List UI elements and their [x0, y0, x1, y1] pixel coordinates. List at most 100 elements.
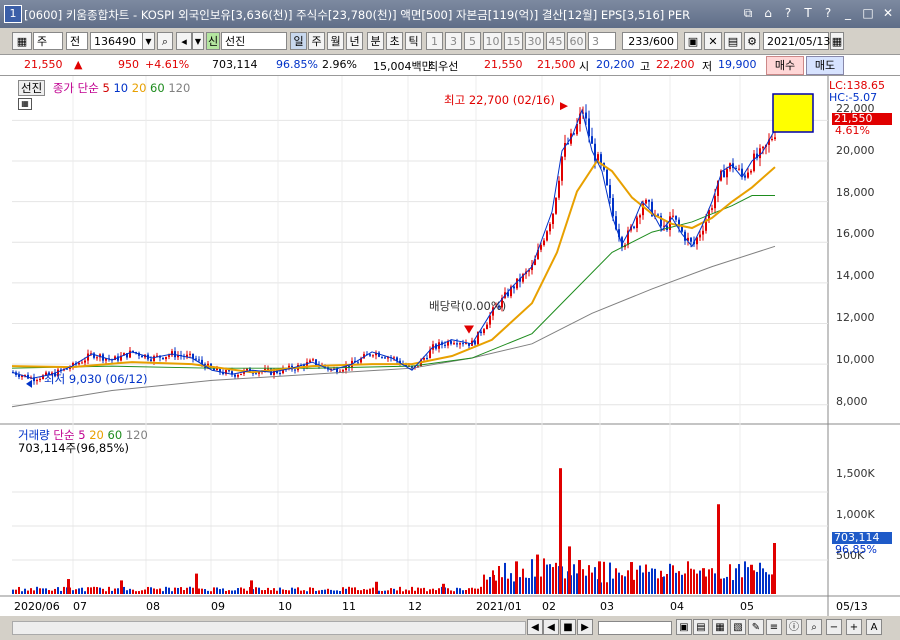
- scroll-next-icon[interactable]: ▶: [577, 619, 593, 635]
- minute-30-button[interactable]: 30: [525, 32, 544, 50]
- compare-icon[interactable]: ≡: [766, 619, 782, 635]
- volume-bar: [765, 572, 767, 594]
- volume-bar: [525, 577, 527, 594]
- stop-icon[interactable]: ■: [560, 619, 576, 635]
- search-icon[interactable]: ⌕: [157, 32, 173, 50]
- volume-bar: [300, 590, 302, 594]
- maximize-button[interactable]: □: [860, 5, 876, 21]
- market-select[interactable]: 주: [33, 32, 63, 50]
- volume-bar: [333, 590, 335, 594]
- layout-icon[interactable]: ▦: [12, 32, 32, 50]
- minute-3-button[interactable]: 3: [445, 32, 462, 50]
- volume-bar: [477, 588, 479, 594]
- text-tool-icon[interactable]: A: [866, 619, 882, 635]
- volume-bar: [453, 591, 455, 594]
- candle-body: [369, 354, 371, 356]
- expand-icon[interactable]: +: [846, 619, 862, 635]
- link-icon[interactable]: ⧉: [740, 5, 756, 21]
- price-volume-chart[interactable]: [0, 76, 900, 616]
- minute-5-button[interactable]: 5: [464, 32, 481, 50]
- chart-area[interactable]: 선진 종가 단순 5 10 20 60 120 ▦ 최고 22,700 (02/…: [0, 76, 900, 616]
- minute-60-button[interactable]: 60: [567, 32, 586, 50]
- speaker-dropdown-icon[interactable]: ▼: [192, 32, 204, 50]
- volume-bar: [342, 587, 344, 594]
- text-icon[interactable]: T: [800, 5, 816, 21]
- speaker-icon[interactable]: ◂: [176, 32, 192, 50]
- date-input[interactable]: 2021/05/13: [763, 32, 830, 50]
- buy-button[interactable]: 매수: [766, 56, 804, 75]
- zoom-in-icon[interactable]: ⌕: [806, 619, 822, 635]
- chart-settings-icon[interactable]: ▣: [684, 32, 702, 50]
- volume-bar: [753, 570, 755, 594]
- scroll-prev-icon[interactable]: ◀: [543, 619, 559, 635]
- scroll-first-icon[interactable]: ◀: [527, 619, 543, 635]
- candle-body: [153, 356, 155, 362]
- volume-bar: [297, 587, 299, 594]
- turnover-rate: 2.96%: [322, 58, 357, 71]
- ma10-legend: 10: [113, 81, 129, 95]
- home-icon[interactable]: ⌂: [760, 5, 776, 21]
- zoom-reset-icon[interactable]: ▣: [676, 619, 692, 635]
- volume-bar: [735, 568, 737, 594]
- candle-body: [372, 355, 374, 357]
- candle-body: [699, 234, 701, 238]
- ytick-price: 22,000: [836, 102, 875, 115]
- minute-45-button[interactable]: 45: [546, 32, 565, 50]
- toolbar: ▦ 주 전 136490 ▼ ⌕ ◂ ▼ 신 선진 일 주 월 년 분 초 틱 …: [0, 28, 900, 54]
- code-input[interactable]: 136490: [90, 32, 144, 50]
- mode-select[interactable]: 전: [66, 32, 88, 50]
- ma10-line: [11, 108, 776, 379]
- ma5-legend: 5: [102, 81, 110, 95]
- overlay-icon[interactable]: ▧: [730, 619, 746, 635]
- grid-toggle-icon[interactable]: ▦: [18, 98, 32, 110]
- period-minute-button[interactable]: 분: [367, 32, 384, 50]
- volume-bar: [546, 564, 548, 594]
- volume-bar: [210, 591, 212, 594]
- period-day-button[interactable]: 일: [290, 32, 307, 50]
- count-select[interactable]: 3: [588, 32, 616, 50]
- zoom-out-icon[interactable]: −: [826, 619, 842, 635]
- close-button[interactable]: ✕: [880, 5, 896, 21]
- volume-bar: [216, 587, 218, 594]
- period-week-button[interactable]: 주: [308, 32, 325, 50]
- fit-icon[interactable]: ▤: [693, 619, 709, 635]
- crosshair-icon[interactable]: ✕: [704, 32, 722, 50]
- volume-bar: [288, 590, 290, 594]
- minimize-button[interactable]: _: [840, 5, 856, 21]
- info-icon[interactable]: ⓘ: [786, 619, 802, 635]
- candle-body: [96, 357, 98, 359]
- volume-bar: [171, 591, 173, 594]
- calendar-icon[interactable]: ▦: [830, 32, 844, 50]
- sell-button[interactable]: 매도: [806, 56, 844, 75]
- minute-10-button[interactable]: 10: [483, 32, 502, 50]
- minute-1-button[interactable]: 1: [426, 32, 443, 50]
- range-field[interactable]: 233/600: [622, 32, 678, 50]
- table-icon[interactable]: ▦: [712, 619, 728, 635]
- volume-bar: [450, 590, 452, 594]
- volume-bar: [759, 562, 761, 594]
- period-second-button[interactable]: 초: [386, 32, 403, 50]
- minute-15-button[interactable]: 15: [504, 32, 523, 50]
- drawing-icon[interactable]: ✎: [748, 619, 764, 635]
- candle-body: [444, 344, 446, 346]
- zoom-slider[interactable]: [598, 621, 672, 635]
- candle-body: [273, 370, 275, 375]
- help-icon[interactable]: ?: [780, 5, 796, 21]
- volume-bar: [123, 586, 125, 594]
- save-icon[interactable]: ▤: [724, 32, 742, 50]
- chevron-down-icon[interactable]: ▼: [142, 32, 155, 50]
- chart-scrollbar[interactable]: ◀ ◀ ■ ▶ ▣ ▤ ▦ ▧ ✎ ≡ ⓘ ⌕ − + A: [0, 616, 900, 640]
- current-volume-percent: 96,85%: [835, 543, 877, 556]
- volume-bar: [90, 587, 92, 594]
- period-tick-button[interactable]: 틱: [405, 32, 422, 50]
- question-icon[interactable]: ?: [820, 5, 836, 21]
- candle-body: [189, 353, 191, 355]
- candle-body: [645, 199, 647, 204]
- volume-bar: [324, 589, 326, 594]
- period-month-button[interactable]: 월: [327, 32, 344, 50]
- period-year-button[interactable]: 년: [346, 32, 363, 50]
- volume-bar: [378, 590, 380, 594]
- scroll-track[interactable]: [12, 621, 526, 635]
- gear-icon[interactable]: ⚙: [744, 32, 760, 50]
- open-label: 시: [579, 60, 590, 73]
